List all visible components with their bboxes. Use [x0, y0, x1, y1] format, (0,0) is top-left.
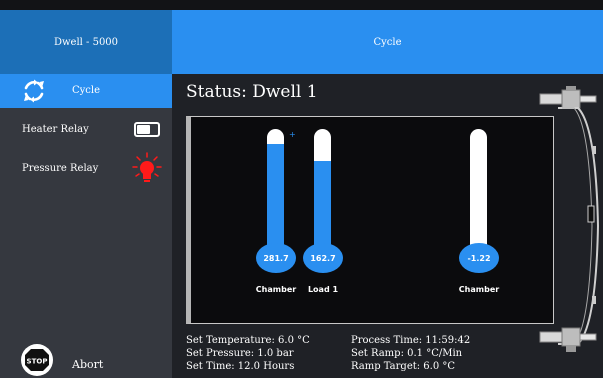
gauge-label: Load 1 — [307, 285, 339, 294]
set-params-right: Process Time: 11:59:42 Set Ramp: 0.1 °C/… — [351, 334, 470, 373]
status-text: Status: Dwell 1 — [186, 82, 318, 102]
set-time-text: Set Time: 12.0 Hours — [186, 361, 295, 372]
gauge-value: -1.22 — [459, 243, 499, 273]
stop-icon-text: STOP — [27, 358, 48, 366]
sidebar-item-label: Cycle — [72, 85, 101, 96]
set-ramp-text: Set Ramp: 0.1 °C/Min — [351, 348, 463, 359]
cycle-icon — [24, 79, 44, 103]
pressure-relay-row: Pressure Relay — [0, 152, 172, 182]
heater-relay-toggle[interactable] — [134, 122, 160, 137]
gauge-fill — [314, 161, 331, 247]
gauge-value: 281.7 — [256, 243, 296, 273]
set-params-left: Set Temperature: 6.0 °C Set Pressure: 1.… — [186, 334, 310, 373]
gauge-value: 162.7 — [303, 243, 343, 273]
ramp-target-text: Ramp Target: 6.0 °C — [351, 361, 456, 372]
heater-relay-row: Heater Relay — [0, 117, 172, 143]
gauge-fill — [267, 144, 284, 247]
gauge-tube — [470, 129, 487, 247]
top-bar — [0, 0, 603, 10]
chamber-door-illustration — [539, 86, 600, 352]
sidebar-item-cycle[interactable]: Cycle — [0, 74, 172, 108]
pressure-relay-bulb-icon — [132, 152, 162, 182]
heater-relay-label: Heater Relay — [22, 124, 89, 135]
pressure-relay-label: Pressure Relay — [22, 163, 99, 174]
set-pressure-text: Set Pressure: 1.0 bar — [186, 348, 294, 359]
page-title: Cycle — [172, 10, 603, 74]
sidebar: Dwell - 5000 Cycle Heater Relay Pressure… — [0, 10, 172, 378]
gauge-label: Chamber — [458, 285, 500, 294]
abort-label[interactable]: Abort — [72, 358, 103, 371]
sidebar-header: Dwell - 5000 — [0, 10, 172, 74]
set-temperature-text: Set Temperature: 6.0 °C — [186, 335, 310, 346]
gauge-panel: 281.7 Chamber + 162.7 Load 1 -1.22 Chamb… — [186, 116, 554, 324]
setpoint-marker-icon: + — [289, 130, 296, 139]
process-time-text: Process Time: 11:59:42 — [351, 335, 471, 346]
toggle-knob — [137, 125, 150, 134]
abort-button[interactable]: STOP — [20, 343, 54, 377]
